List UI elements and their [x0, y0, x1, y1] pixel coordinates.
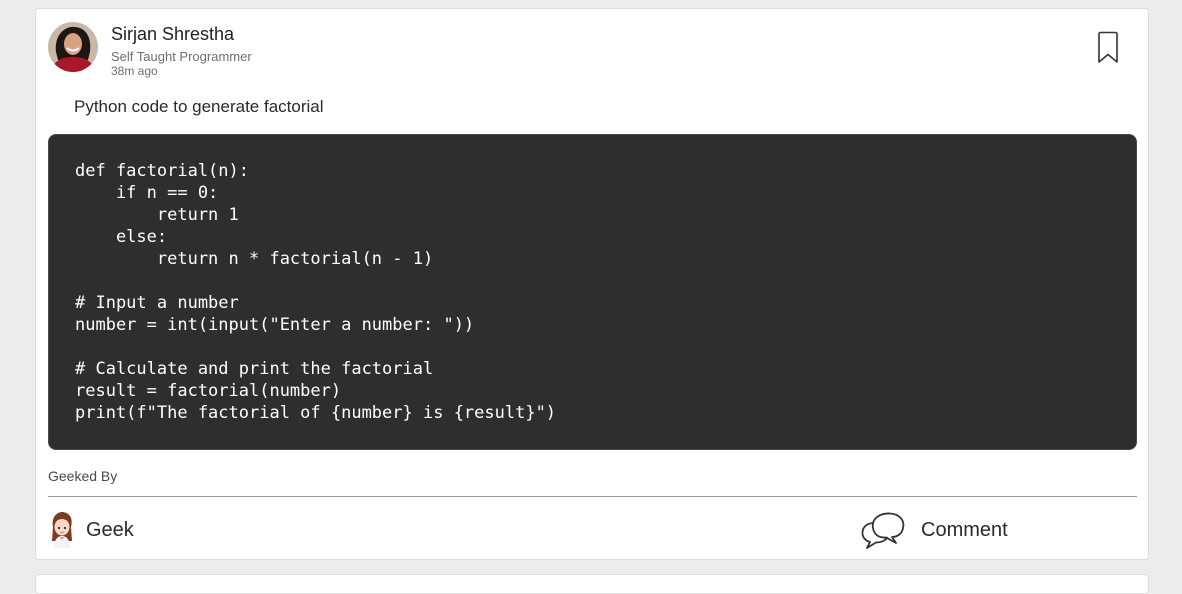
- comment-label: Comment: [921, 519, 1008, 541]
- code-block: def factorial(n): if n == 0: return 1 el…: [48, 134, 1137, 450]
- comment-button[interactable]: Comment: [860, 509, 1030, 551]
- avatar-photo-icon: [48, 22, 98, 72]
- geeked-by-label: Geeked By: [48, 468, 118, 484]
- post-timestamp: 38m ago: [111, 64, 158, 78]
- author-name[interactable]: Sirjan Shrestha: [111, 24, 234, 45]
- divider: [48, 496, 1137, 497]
- author-avatar[interactable]: [48, 22, 98, 72]
- post-card: Sirjan Shrestha Self Taught Programmer 3…: [35, 8, 1149, 560]
- code-line: # Input a number: [75, 293, 239, 313]
- code-line: else:: [75, 227, 168, 247]
- geek-mascot-icon: [48, 511, 76, 549]
- code-line: def factorial(n):: [75, 161, 249, 181]
- bookmark-icon[interactable]: [1096, 31, 1120, 65]
- next-post-card: [35, 574, 1149, 594]
- code-line: # Calculate and print the factorial: [75, 359, 434, 379]
- geek-label: Geek: [86, 519, 134, 541]
- code-line: result = factorial(number): [75, 381, 342, 401]
- code-line: return 1: [75, 205, 239, 225]
- code-line: number = int(input("Enter a number: ")): [75, 315, 475, 335]
- geek-button[interactable]: Geek: [48, 509, 158, 551]
- code-line: if n == 0:: [75, 183, 219, 203]
- code-line: print(f"The factorial of {number} is {re…: [75, 403, 557, 423]
- author-role: Self Taught Programmer: [111, 49, 252, 64]
- code-line: return n * factorial(n - 1): [75, 249, 434, 269]
- post-text: Python code to generate factorial: [74, 97, 324, 116]
- chat-bubbles-icon: [860, 510, 906, 550]
